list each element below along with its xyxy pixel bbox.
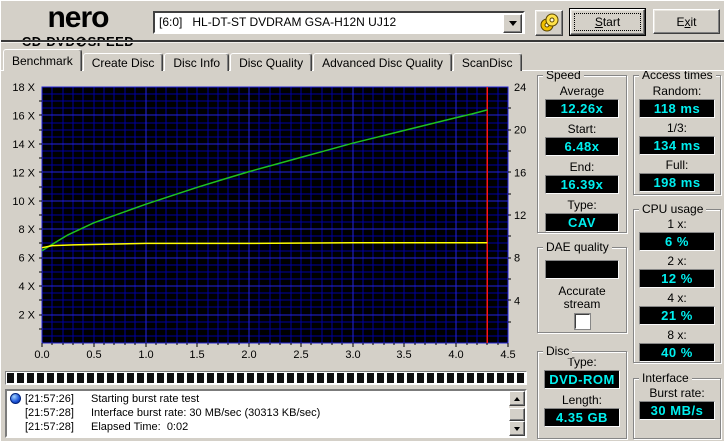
progress-bar: [5, 371, 527, 385]
svg-text:2.0: 2.0: [241, 349, 256, 361]
log-scrollbar[interactable]: [509, 391, 525, 436]
speed-panel: Speed Average 12.26x Start: 6.48x End: 1…: [537, 68, 627, 233]
scrollbar-thumb[interactable]: [509, 408, 525, 421]
cpu-usage-panel: CPU usage 1 x: 6 % 2 x: 12 % 4 x: 21 % 8…: [633, 202, 721, 363]
exit-button[interactable]: Exit: [653, 9, 720, 34]
burst-rate-value: 30 MB/s: [639, 401, 715, 420]
panel-title: DAE quality: [543, 240, 612, 254]
svg-text:1.0: 1.0: [138, 349, 153, 361]
svg-text:12 X: 12 X: [12, 167, 35, 179]
toolbar-separator-highlight: [1, 42, 724, 43]
disc-length-label: Length:: [561, 393, 603, 407]
svg-text:4 X: 4 X: [18, 281, 35, 293]
svg-text:0.0: 0.0: [34, 349, 49, 361]
panel-title: CPU usage: [639, 202, 707, 216]
scroll-down-button[interactable]: [509, 421, 525, 436]
panel-title: Interface: [639, 371, 692, 385]
svg-text:18 X: 18 X: [12, 82, 35, 94]
one-third-access-value: 134 ms: [639, 136, 715, 155]
cpu-1x-label: 1 x:: [667, 217, 687, 231]
progress-fill: [7, 373, 525, 383]
tab-strip: Benchmark Create Disc Disc Info Disc Qua…: [1, 49, 724, 71]
accurate-stream-label: Accurate stream: [558, 284, 606, 311]
svg-text:4.0: 4.0: [448, 349, 463, 361]
discs-icon: [540, 13, 559, 32]
svg-text:8: 8: [514, 253, 520, 265]
bonus-discs-button[interactable]: [535, 10, 563, 36]
svg-text:4: 4: [514, 295, 520, 307]
tab-create-disc[interactable]: Create Disc: [82, 53, 164, 71]
dae-quality-value: [545, 260, 619, 279]
tab-scandisc[interactable]: ScanDisc: [452, 53, 522, 71]
average-label: Average: [559, 84, 605, 98]
panel-title: Disc: [543, 344, 573, 358]
svg-text:4.5: 4.5: [500, 349, 515, 361]
svg-text:24: 24: [514, 82, 526, 94]
start-button[interactable]: Start: [570, 9, 645, 35]
benchmark-chart: 2 X 4 X 6 X 8 X 10 X 12 X 14 X 16 X 18 X 4 8 12 16 20…: [12, 82, 526, 361]
arrow-down-icon: [514, 426, 520, 434]
random-access-label: Random:: [652, 84, 702, 98]
svg-text:1.5: 1.5: [189, 349, 204, 361]
disc-length-value: 4.35 GB: [544, 408, 620, 427]
access-times-panel: Access times Random: 118 ms 1/3: 134 ms …: [633, 68, 721, 195]
svg-text:20: 20: [514, 125, 526, 137]
svg-text:12: 12: [514, 210, 526, 222]
tab-benchmark[interactable]: Benchmark: [3, 49, 82, 71]
disc-type-value: DVD-ROM: [544, 370, 620, 389]
full-access-label: Full:: [665, 158, 689, 172]
dae-quality-panel: DAE quality Accurate stream: [537, 240, 627, 333]
svg-text:3.0: 3.0: [345, 349, 360, 361]
nero-brand-text: nero: [47, 1, 109, 34]
cpu-4x-label: 4 x:: [667, 291, 687, 305]
svg-text:10 X: 10 X: [12, 196, 35, 208]
cpu-1x-value: 6 %: [639, 232, 715, 251]
tab-disc-quality[interactable]: Disc Quality: [230, 53, 313, 71]
tab-disc-info[interactable]: Disc Info: [164, 53, 230, 71]
cpu-8x-label: 8 x:: [667, 328, 687, 342]
start-speed-value: 6.48x: [545, 137, 619, 156]
log-line: [21:57:26] Starting burst rate test: [7, 392, 525, 405]
svg-text:2.5: 2.5: [293, 349, 308, 361]
svg-text:16: 16: [514, 167, 526, 179]
svg-text:3.5: 3.5: [396, 349, 411, 361]
chevron-down-icon: [508, 21, 517, 30]
start-label: Start:: [567, 122, 597, 136]
arrow-up-icon: [514, 394, 520, 401]
cpu-4x-value: 21 %: [639, 306, 715, 325]
burst-rate-label: Burst rate:: [649, 386, 705, 400]
svg-text:0.5: 0.5: [86, 349, 101, 361]
drive-select-value: [6:0] HL-DT-ST DVDRAM GSA-H12N UJ12: [159, 15, 397, 29]
speed-type-value: CAV: [545, 213, 619, 232]
full-access-value: 198 ms: [639, 173, 715, 192]
log-line: [21:57:28] Elapsed Time: 0:02: [25, 420, 189, 433]
disc-panel: Disc Type: DVD-ROM Length: 4.35 GB: [537, 344, 627, 439]
average-speed-value: 12.26x: [545, 99, 619, 118]
info-icon: [10, 393, 21, 404]
end-label: End:: [569, 160, 595, 174]
end-speed-value: 16.39x: [545, 175, 619, 194]
svg-text:6 X: 6 X: [18, 253, 35, 265]
svg-text:8 X: 8 X: [18, 224, 35, 236]
scroll-up-button[interactable]: [509, 391, 525, 406]
interface-panel: Interface Burst rate: 30 MB/s: [633, 371, 721, 439]
drive-select-combobox[interactable]: [6:0] HL-DT-ST DVDRAM GSA-H12N UJ12: [153, 11, 525, 34]
svg-text:16 X: 16 X: [12, 110, 35, 122]
cpu-2x-label: 2 x:: [667, 254, 687, 268]
one-third-access-label: 1/3:: [666, 121, 687, 135]
nero-cd-dvd-speed-window: nero CD·DVD⊘SPEED [6:0] HL-DT-ST DVDRAM …: [0, 0, 724, 441]
log-line: [21:57:28] Interface burst rate: 30 MB/s…: [25, 406, 321, 419]
accurate-stream-checkbox[interactable]: [574, 314, 590, 329]
svg-text:14 X: 14 X: [12, 139, 35, 151]
combobox-dropdown-button[interactable]: [503, 14, 522, 33]
log-box[interactable]: [21:57:26] Starting burst rate test [21:…: [5, 389, 527, 438]
cpu-8x-value: 40 %: [639, 343, 715, 362]
tab-advanced-disc-quality[interactable]: Advanced Disc Quality: [313, 53, 452, 71]
svg-text:2 X: 2 X: [18, 310, 35, 322]
random-access-value: 118 ms: [639, 99, 715, 118]
type-label: Type:: [567, 198, 597, 212]
cpu-2x-value: 12 %: [639, 269, 715, 288]
